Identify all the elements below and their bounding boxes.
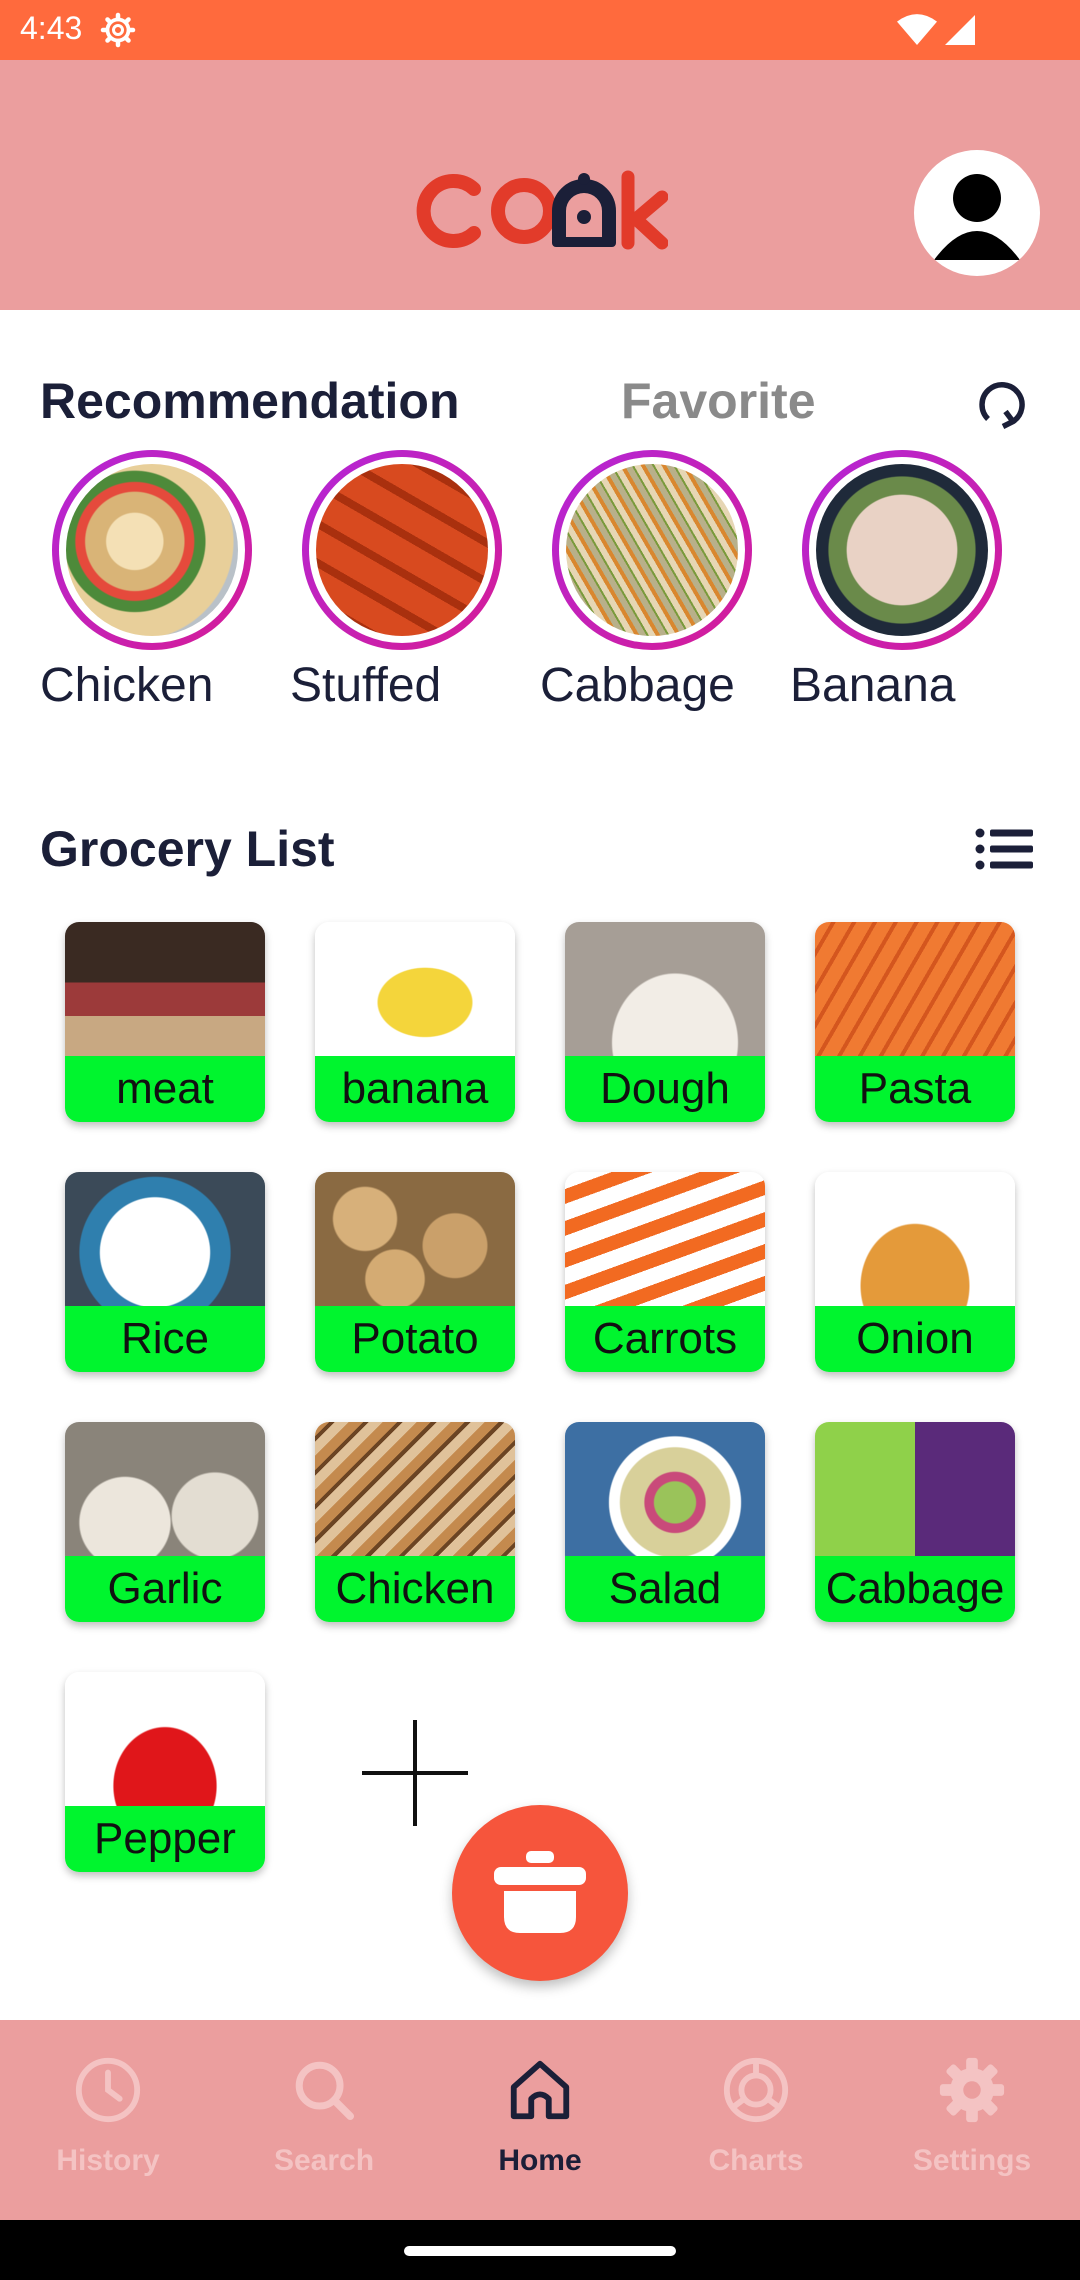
grocery-item-label: Pasta bbox=[815, 1056, 1015, 1122]
tab-recommendation[interactable]: Recommendation bbox=[40, 372, 460, 430]
gear-icon bbox=[939, 2057, 1005, 2123]
grocery-item[interactable]: Pasta bbox=[815, 922, 1015, 1122]
grocery-item-label: Pepper bbox=[65, 1806, 265, 1872]
grocery-item-label: banana bbox=[315, 1056, 515, 1122]
grocery-item[interactable]: Onion bbox=[815, 1172, 1015, 1372]
clock-icon bbox=[75, 2057, 141, 2123]
bottom-navigation: History Search Home Charts Settings bbox=[0, 2020, 1080, 2220]
nav-charts[interactable]: Charts bbox=[648, 2020, 864, 2220]
nav-settings[interactable]: Settings bbox=[864, 2020, 1080, 2220]
grocery-item-label: Garlic bbox=[65, 1556, 265, 1622]
banana-image bbox=[315, 922, 515, 1056]
recommendation-label: Cabbage bbox=[540, 659, 735, 712]
nav-home[interactable]: Home bbox=[432, 2020, 648, 2220]
carrots-image bbox=[565, 1172, 765, 1306]
search-icon bbox=[295, 2061, 355, 2121]
grocery-item-label: Dough bbox=[565, 1056, 765, 1122]
pepper-image bbox=[65, 1672, 265, 1806]
nav-label: Home bbox=[498, 2144, 582, 2177]
pasta-image bbox=[815, 922, 1015, 1056]
app-header: coOk bbox=[0, 60, 1080, 310]
cabbage-image bbox=[815, 1422, 1015, 1556]
settings-status-icon bbox=[100, 12, 136, 48]
grocery-item[interactable]: Chicken bbox=[315, 1422, 515, 1622]
rice-image bbox=[65, 1172, 265, 1306]
grocery-item-label: Chicken bbox=[315, 1556, 515, 1622]
garlic-image bbox=[65, 1422, 265, 1556]
recommendation-label: Stuffed bbox=[290, 659, 442, 712]
nav-search[interactable]: Search bbox=[216, 2020, 432, 2220]
grocery-item[interactable]: Pepper bbox=[65, 1672, 265, 1872]
grocery-list-title: Grocery List bbox=[40, 821, 335, 877]
nav-label: Settings bbox=[912, 2144, 1032, 2177]
grocery-item-label: Cabbage bbox=[815, 1556, 1015, 1622]
grocery-item[interactable]: Salad bbox=[565, 1422, 765, 1622]
grocery-item[interactable]: Cabbage bbox=[815, 1422, 1015, 1622]
chicken-image bbox=[315, 1422, 515, 1556]
potato-image bbox=[315, 1172, 515, 1306]
stuffed-dish-image bbox=[316, 464, 488, 636]
recommendation-item[interactable]: Banana bbox=[790, 450, 1002, 720]
cabbage-dish-image bbox=[566, 464, 738, 636]
banana-dish-image bbox=[816, 464, 988, 636]
grocery-item[interactable]: Potato bbox=[315, 1172, 515, 1372]
grocery-item[interactable]: banana bbox=[315, 922, 515, 1122]
list-view-icon[interactable] bbox=[975, 826, 1033, 872]
nav-label: Charts bbox=[708, 2144, 804, 2177]
grocery-item-label: Potato bbox=[315, 1306, 515, 1372]
home-gesture-handle[interactable] bbox=[404, 2246, 676, 2256]
home-icon bbox=[510, 2060, 570, 2120]
recommendation-item[interactable]: Stuffed bbox=[290, 450, 502, 720]
grocery-item-label: Rice bbox=[65, 1306, 265, 1372]
pot-icon bbox=[494, 1851, 586, 1933]
grocery-item[interactable]: Carrots bbox=[565, 1172, 765, 1372]
chart-icon bbox=[723, 2057, 789, 2123]
signal-icon bbox=[945, 15, 975, 45]
cook-logo bbox=[416, 170, 668, 250]
nav-label: Search bbox=[273, 2144, 375, 2177]
recommendation-label: Banana bbox=[790, 659, 956, 712]
status-time: 4:43 bbox=[20, 10, 83, 46]
onion-image bbox=[815, 1172, 1015, 1306]
grocery-item[interactable]: Dough bbox=[565, 922, 765, 1122]
recommendation-item[interactable]: Cabbage bbox=[540, 450, 752, 720]
user-icon bbox=[934, 174, 1020, 260]
grocery-item-label: Onion bbox=[815, 1306, 1015, 1372]
nav-label: History bbox=[56, 2144, 160, 2177]
dough-image bbox=[565, 922, 765, 1056]
grocery-item[interactable]: Rice bbox=[65, 1172, 265, 1372]
salad-image bbox=[565, 1422, 765, 1556]
add-grocery-icon[interactable] bbox=[360, 1718, 470, 1828]
grocery-item-label: Salad bbox=[565, 1556, 765, 1622]
grocery-item-label: meat bbox=[65, 1056, 265, 1122]
cook-fab-button[interactable] bbox=[452, 1805, 628, 1981]
recommendation-item[interactable]: Chicken bbox=[40, 450, 252, 720]
tab-favorite[interactable]: Favorite bbox=[621, 372, 816, 430]
meat-image bbox=[65, 922, 265, 1056]
profile-avatar[interactable] bbox=[914, 150, 1040, 276]
recommendation-label: Chicken bbox=[40, 659, 214, 712]
status-bar: 4:43 bbox=[0, 0, 1080, 60]
grocery-item-label: Carrots bbox=[565, 1306, 765, 1372]
wifi-icon bbox=[897, 14, 937, 45]
grocery-item[interactable]: Garlic bbox=[65, 1422, 265, 1622]
pasta-salad-image bbox=[66, 464, 238, 636]
nav-history[interactable]: History bbox=[0, 2020, 216, 2220]
refresh-icon[interactable] bbox=[973, 374, 1033, 434]
grocery-item[interactable]: meat bbox=[65, 922, 265, 1122]
